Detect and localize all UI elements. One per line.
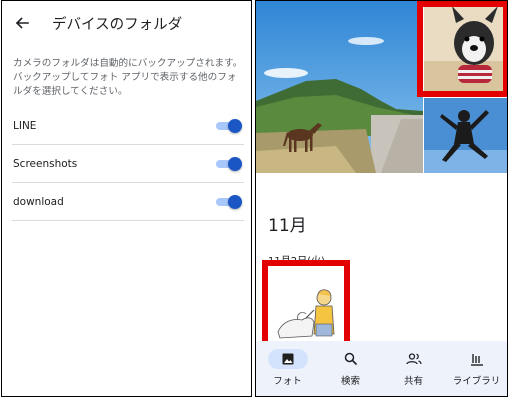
folder-row-line[interactable]: LINE bbox=[12, 107, 244, 145]
nav-item-search[interactable]: 検索 bbox=[319, 341, 382, 396]
backup-toggle[interactable] bbox=[216, 119, 242, 133]
folder-name: Screenshots bbox=[13, 157, 78, 170]
library-icon bbox=[457, 349, 497, 369]
folders-description: カメラのフォルダは自動的にバックアップされます。バックアップしてフォト アプリで… bbox=[13, 58, 243, 97]
nav-label: 共有 bbox=[403, 376, 423, 387]
highlight-box bbox=[417, 1, 507, 97]
people-icon bbox=[394, 349, 434, 369]
folder-row-screenshots[interactable]: Screenshots bbox=[12, 145, 244, 183]
photos-screen: 11月 11月2日(火) フォト 検索 bbox=[255, 0, 508, 397]
back-button[interactable] bbox=[10, 11, 34, 35]
nav-label: 検索 bbox=[340, 376, 360, 387]
photo-thumbnail-jump[interactable] bbox=[424, 98, 507, 173]
nav-item-photos[interactable]: フォト bbox=[256, 341, 319, 396]
folder-row-download[interactable]: download bbox=[12, 183, 244, 221]
nav-label: フォト bbox=[273, 376, 302, 387]
page-title: デバイスのフォルダ bbox=[52, 17, 183, 33]
folder-name: download bbox=[13, 195, 64, 208]
bottom-navigation: フォト 検索 共有 ライブラリ bbox=[256, 341, 507, 396]
nav-item-sharing[interactable]: 共有 bbox=[382, 341, 445, 396]
photo-icon bbox=[267, 349, 308, 369]
backup-toggle[interactable] bbox=[216, 195, 242, 209]
nav-item-library[interactable]: ライブラリ bbox=[445, 341, 507, 396]
photo-thumbnail-illustration[interactable] bbox=[262, 260, 350, 352]
folder-list: LINE Screenshots download bbox=[12, 107, 244, 221]
month-heading: 11月 bbox=[268, 216, 307, 236]
arrow-back-icon bbox=[15, 17, 29, 29]
search-icon bbox=[331, 349, 371, 369]
folder-name: LINE bbox=[13, 119, 37, 132]
backup-toggle[interactable] bbox=[216, 157, 242, 171]
photo-thumbnail-landscape[interactable] bbox=[256, 1, 423, 173]
device-folders-screen: デバイスのフォルダ カメラのフォルダは自動的にバックアップされます。バックアップ… bbox=[1, 0, 252, 397]
nav-label: ライブラリ bbox=[452, 376, 501, 387]
top-app-bar: デバイスのフォルダ bbox=[2, 1, 251, 43]
